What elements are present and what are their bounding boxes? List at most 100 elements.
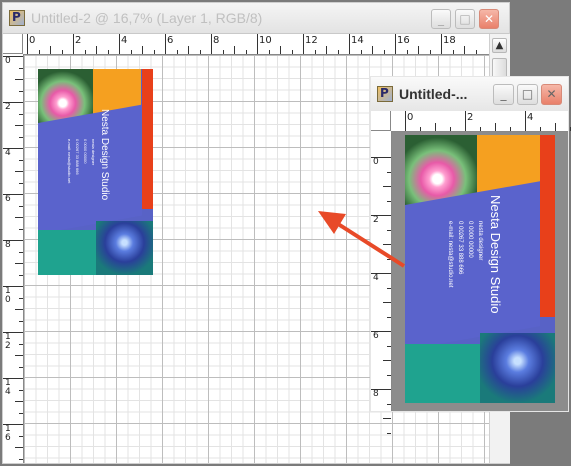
minimize-button[interactable]: _: [431, 9, 451, 29]
ruler-minor-tick: [450, 127, 451, 131]
main-window-titlebar[interactable]: P Untitled-2 @ 16,7% (Layer 1, RGB/8) _ …: [3, 3, 509, 34]
ruler-minor-tick: [15, 217, 23, 218]
ruler-major-tick: [303, 34, 304, 54]
ruler-minor-tick: [475, 50, 477, 54]
business-card-preview: Nesta Design Studio nesta designer 0 000…: [38, 69, 153, 275]
ruler-minor-tick: [107, 50, 109, 54]
blue-flower-image: [480, 333, 555, 403]
ruler-minor-tick: [464, 46, 465, 54]
ruler-minor-tick: [19, 274, 23, 276]
ruler-minor-tick: [383, 50, 385, 54]
ruler-minor-tick: [19, 136, 23, 138]
ruler-minor-tick: [326, 46, 327, 54]
ruler-minor-tick: [84, 50, 86, 54]
ruler-minor-tick: [61, 50, 63, 54]
ruler-major-tick: [525, 111, 526, 131]
ruler-minor-tick: [130, 50, 132, 54]
ruler-tick-label: 0: [407, 112, 414, 123]
card-brand-text: Nesta Design Studio: [488, 195, 503, 314]
ruler-minor-tick: [383, 418, 391, 419]
card-info-line: 0 00267 33 888 666: [75, 139, 80, 175]
ruler-tick-label: 16: [397, 35, 410, 46]
ruler-minor-tick: [383, 244, 391, 245]
blue-band: [405, 180, 540, 350]
ruler-minor-tick: [383, 360, 391, 361]
ruler-minor-tick: [452, 50, 454, 54]
ruler-minor-tick: [19, 90, 23, 92]
ruler-tick-label: 6: [373, 331, 379, 341]
card-brand-text: Nesta Design Studio: [99, 109, 110, 201]
ruler-minor-tick: [176, 50, 178, 54]
ruler-tick-label: 1 4: [5, 378, 11, 397]
horizontal-ruler[interactable]: 0 2 4: [391, 111, 571, 132]
ruler-tick-label: 0: [373, 157, 379, 167]
teal-block: [38, 229, 96, 275]
close-button[interactable]: ✕: [541, 84, 562, 105]
minimize-button[interactable]: _: [493, 84, 514, 105]
horizontal-ruler[interactable]: 0 2 4 6 8 10 12 14 16 18: [23, 34, 489, 55]
ruler-minor-tick: [19, 297, 23, 299]
ruler-minor-tick: [495, 123, 496, 131]
secondary-window-title: Untitled-...: [399, 86, 468, 102]
red-stripe: [540, 135, 555, 318]
ruler-minor-tick: [15, 355, 23, 356]
ruler-tick-label: 1 0: [5, 286, 11, 305]
ruler-minor-tick: [19, 113, 23, 115]
ruler-minor-tick: [19, 205, 23, 207]
scroll-up-arrow-icon[interactable]: ▲: [492, 38, 507, 53]
secondary-window-titlebar[interactable]: P Untitled-... _ □ ✕: [371, 77, 568, 112]
ruler-minor-tick: [555, 123, 556, 131]
ruler-minor-tick: [15, 125, 23, 126]
ruler-minor-tick: [96, 46, 97, 54]
ruler-minor-tick: [387, 200, 391, 202]
ruler-tick-label: 2: [5, 102, 11, 112]
secondary-document-window: P Untitled-... _ □ ✕ 0 2 4 0 2 4 6 8 Nesta Des…: [370, 76, 571, 434]
ruler-minor-tick: [15, 401, 23, 402]
close-button[interactable]: ✕: [479, 9, 499, 29]
ruler-major-tick: [257, 34, 258, 54]
card-info-line: e-mail: nesta@studio.net: [67, 139, 72, 184]
ruler-minor-tick: [314, 50, 316, 54]
ruler-minor-tick: [387, 345, 391, 347]
ruler-major-tick: [211, 34, 212, 54]
ruler-minor-tick: [245, 50, 247, 54]
ruler-origin[interactable]: [3, 34, 23, 54]
maximize-button[interactable]: □: [455, 9, 475, 29]
blue-flower-image: [95, 221, 153, 275]
ruler-tick-label: 1 2: [5, 332, 11, 351]
vertical-ruler[interactable]: 0 2 4 6 8: [371, 131, 392, 434]
screenshot-frame: P Untitled-2 @ 16,7% (Layer 1, RGB/8) _ …: [0, 0, 571, 466]
blue-band: [38, 104, 142, 234]
ruler-major-tick: [119, 34, 120, 54]
ruler-tick-label: 6: [5, 194, 11, 204]
ruler-minor-tick: [387, 316, 391, 318]
ruler-minor-tick: [387, 287, 391, 289]
ruler-minor-tick: [38, 50, 40, 54]
ruler-major-tick: [349, 34, 350, 54]
ruler-minor-tick: [429, 50, 431, 54]
ruler-major-tick: [395, 34, 396, 54]
ruler-tick-label: 1 6: [5, 424, 11, 443]
ruler-minor-tick: [15, 79, 23, 80]
ruler-minor-tick: [383, 302, 391, 303]
ruler-major-tick: [405, 111, 406, 131]
ruler-minor-tick: [15, 309, 23, 310]
ruler-tick-label: 18: [443, 35, 456, 46]
ruler-minor-tick: [383, 186, 391, 187]
ruler-tick-label: 2: [75, 35, 82, 46]
ruler-minor-tick: [435, 123, 436, 131]
ruler-minor-tick: [280, 46, 281, 54]
ruler-origin[interactable]: [371, 111, 391, 131]
ruler-minor-tick: [199, 50, 201, 54]
ruler-minor-tick: [387, 171, 391, 173]
maximize-button[interactable]: □: [517, 84, 538, 105]
ruler-minor-tick: [387, 374, 391, 376]
ruler-minor-tick: [19, 67, 23, 69]
ruler-major-tick: [165, 34, 166, 54]
vertical-ruler[interactable]: 0 2 4 6 8 1 0 1 2 1 4 1 6: [3, 54, 24, 463]
ruler-tick-label: 2: [373, 215, 379, 225]
ruler-minor-tick: [15, 171, 23, 172]
ruler-minor-tick: [19, 182, 23, 184]
main-window-title: Untitled-2 @ 16,7% (Layer 1, RGB/8): [31, 10, 263, 26]
ruler-minor-tick: [222, 50, 224, 54]
